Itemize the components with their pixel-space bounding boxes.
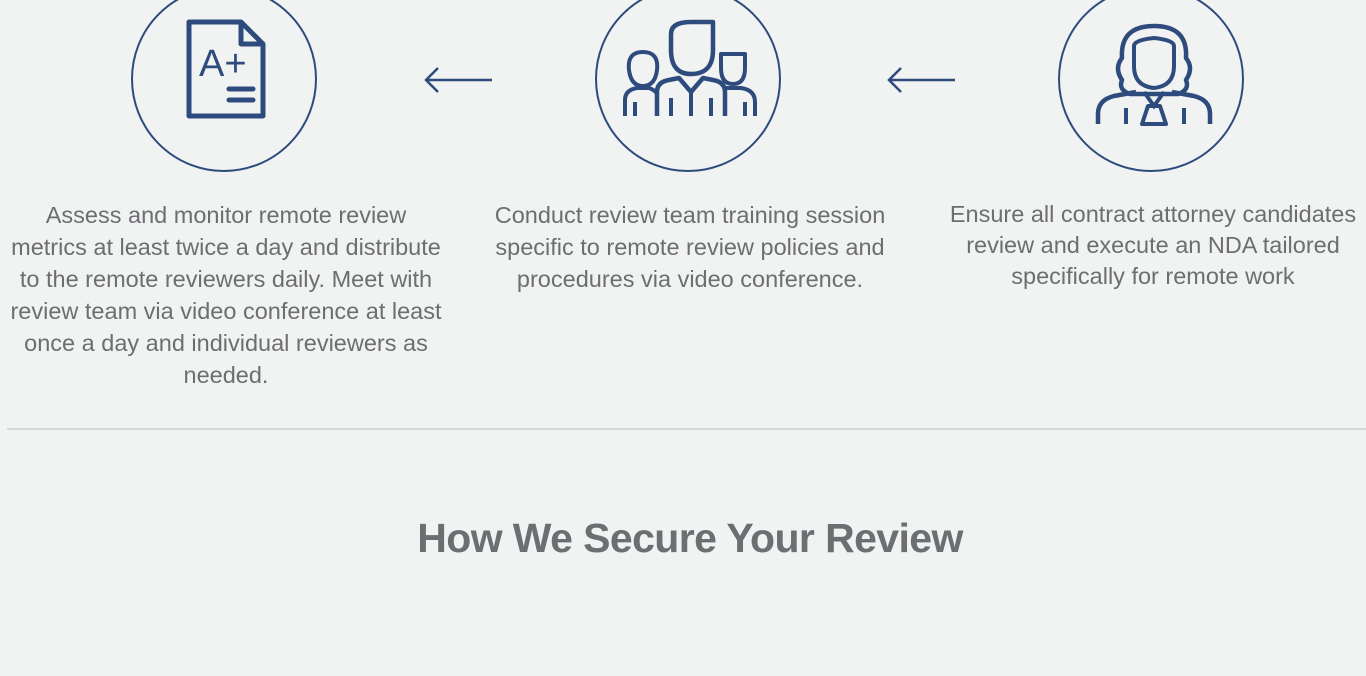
arrow-left-icon xyxy=(424,67,492,93)
review-team-icon xyxy=(623,19,757,116)
section-divider xyxy=(7,428,1366,430)
step-description: Assess and monitor remote review metrics… xyxy=(10,202,442,388)
step-icon-circle xyxy=(1058,0,1244,172)
arrow-left-icon xyxy=(887,67,955,93)
attorney-icon xyxy=(1095,23,1213,126)
svg-text:A+: A+ xyxy=(199,43,247,85)
grade-document-icon: A+ xyxy=(186,19,266,119)
step-description: Ensure all contract attorney candidates … xyxy=(949,201,1357,289)
step-description: Conduct review team training session spe… xyxy=(494,202,886,292)
step-icon-circle: A+ xyxy=(131,0,317,172)
section-heading: How We Secure Your Review xyxy=(417,515,963,561)
step-icon-circle xyxy=(595,0,781,172)
